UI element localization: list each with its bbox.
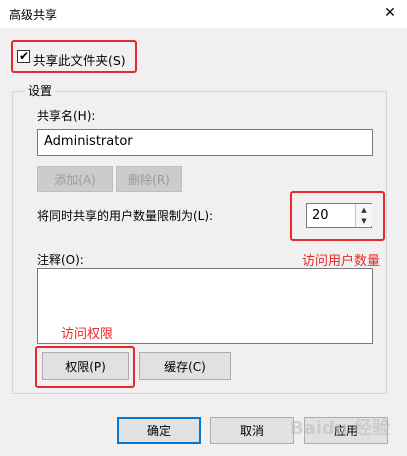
highlight-box-user-limit bbox=[290, 191, 385, 241]
baidu-watermark: Baidu 经验 bbox=[290, 418, 391, 439]
cancel-button[interactable]: 取消 bbox=[210, 417, 294, 444]
title-bar bbox=[0, 0, 407, 28]
caching-button[interactable]: 缓存(C) bbox=[139, 352, 231, 380]
close-button[interactable]: ✕ bbox=[376, 2, 404, 24]
window-title: 高级共享 bbox=[9, 8, 58, 22]
user-limit-label: 将同时共享的用户数量限制为(L): bbox=[37, 209, 214, 223]
close-icon: ✕ bbox=[384, 5, 396, 21]
highlight-box-permissions bbox=[35, 346, 135, 388]
remove-button[interactable]: 删除(R) bbox=[116, 166, 182, 192]
settings-group-label: 设置 bbox=[25, 82, 56, 99]
highlight-box-share bbox=[11, 40, 137, 73]
permissions-annotation: 访问权限 bbox=[61, 327, 114, 342]
share-name-label: 共享名(H): bbox=[37, 109, 96, 123]
share-name-input[interactable]: Administrator bbox=[37, 129, 373, 156]
user-count-annotation: 访问用户数量 bbox=[302, 254, 381, 269]
ok-button[interactable]: 确定 bbox=[117, 417, 201, 444]
comment-label: 注释(O): bbox=[37, 253, 84, 267]
add-button[interactable]: 添加(A) bbox=[37, 166, 113, 192]
